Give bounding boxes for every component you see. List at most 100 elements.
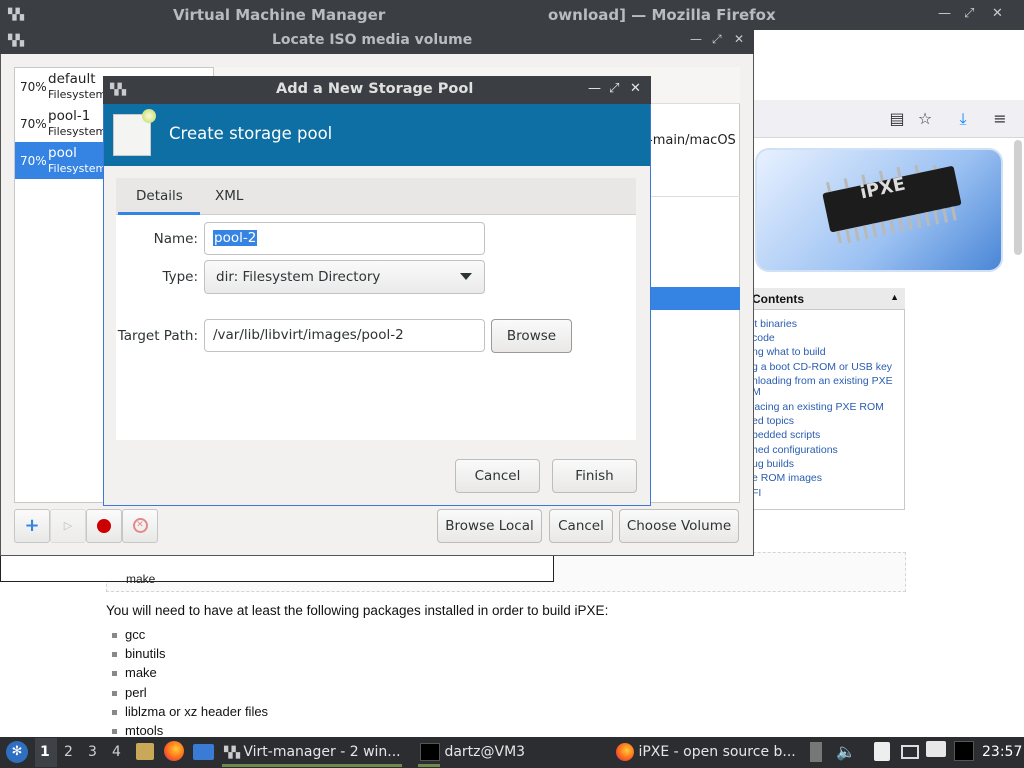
delete-icon: ✕ [132,518,148,533]
firefox-titlebar: ▚▚ ownload] — Mozilla Firefox — ⤢ ✕ [0,0,1024,30]
package-item: liblzma or xz header files [112,704,268,719]
toc-link[interactable]: ed topics [752,415,794,427]
file-manager-icon[interactable] [136,743,154,760]
add-pool-button[interactable]: + [14,509,50,543]
workspace-1[interactable]: 1 [40,744,50,760]
toc-link[interactable]: lt binaries [752,318,797,330]
type-dropdown[interactable]: dir: Filesystem Directory [204,260,485,294]
toc-link[interactable]: lacing an existing PXE ROM [752,401,884,413]
task-virt-manager[interactable]: ▚▚ Virt-manager - 2 win... [224,738,401,767]
locate-iso-titlebar: ▚▚ Locate ISO media volume — ⤢ ✕ [0,28,754,54]
name-field[interactable]: pool-2 [204,222,485,255]
minimize-icon[interactable]: — [938,6,951,21]
toc-title: Contents [752,292,804,306]
workspace-2[interactable]: 2 [64,744,73,760]
reader-view-icon[interactable]: ▤ [887,109,907,129]
workspace-3[interactable]: 3 [88,744,97,760]
locate-iso-title: Locate ISO media volume [272,32,473,48]
task-indicator [418,764,440,767]
window-menu-icon[interactable]: ▚▚ [8,34,24,47]
firefox-window-title: ownload] — Mozilla Firefox [548,6,776,24]
notification-icon[interactable] [926,741,946,757]
pool-header-title: Create storage pool [169,124,333,143]
toc-link[interactable]: ng what to build [752,346,826,358]
target-path-field[interactable]: /var/lib/libvirt/images/pool-2 [204,319,485,352]
virt-manager-icon: ▚▚ [224,746,240,759]
package-item: mtools [112,723,163,738]
display-icon[interactable] [901,745,919,759]
close-icon[interactable]: ✕ [630,81,641,96]
maximize-icon[interactable]: ⤢ [712,32,722,47]
package-item: gcc [112,627,145,642]
notes-icon[interactable] [874,742,890,761]
workspace-4[interactable]: 4 [112,744,121,760]
record-icon [97,518,111,533]
name-label: Name: [153,231,198,247]
iso-cancel-button[interactable]: Cancel [549,509,613,543]
pool-cancel-button[interactable]: Cancel [455,459,540,493]
target-path-label: Target Path: [117,328,198,344]
type-value: dir: Filesystem Directory [216,269,381,285]
plus-icon: + [24,515,40,536]
volume-path-text: -main/macOS [648,133,736,148]
package-item: make [112,665,157,680]
vmm-window-title: Virtual Machine Manager [173,6,386,24]
toc-header: Contents ▲ [752,288,905,310]
firefox-icon [616,743,634,761]
stop-pool-button[interactable] [86,509,122,543]
delete-pool-button[interactable]: ✕ [122,509,158,543]
toc-link[interactable]: hed configurations [752,444,838,456]
add-pool-title: Add a New Storage Pool [276,81,474,97]
downloads-icon[interactable]: ⤓ [953,109,973,129]
browse-local-button[interactable]: Browse Local [437,509,542,543]
package-item: binutils [112,646,165,661]
window-menu-icon[interactable]: ▚▚ [8,8,24,21]
terminal-icon [420,743,440,761]
volume-icon[interactable]: 🔈 [836,742,856,761]
collapse-caret-icon[interactable]: ▲ [890,292,899,302]
start-pool-button[interactable]: ▷ [50,509,86,543]
tab-details[interactable]: Details [136,188,183,204]
tab-bar [116,178,636,215]
target-path-value: /var/lib/libvirt/images/pool-2 [213,327,404,343]
intro-paragraph: You will need to have at least the follo… [106,603,609,618]
hamburger-menu-icon[interactable]: ≡ [990,109,1010,129]
finish-button[interactable]: Finish [552,459,637,493]
package-item: perl [112,685,147,700]
choose-volume-button[interactable]: Choose Volume [619,509,739,543]
maximize-icon[interactable]: ⤢ [964,6,974,21]
toc-link[interactable]: code [752,332,775,344]
terminal-tray-icon[interactable] [954,741,974,761]
toc-link[interactable]: e ROM images [752,472,822,484]
toc-link[interactable]: bedded scripts [752,429,820,441]
task-firefox[interactable]: iPXE - open source b... [616,738,796,767]
desktop-icon[interactable] [193,744,214,760]
toc-link[interactable]: g a boot CD-ROM or USB key [752,361,892,373]
minimize-icon[interactable]: — [588,81,601,96]
bookmark-star-icon[interactable]: ☆ [915,109,935,129]
volume-row-selected[interactable] [650,287,740,310]
start-menu-icon[interactable]: ✻ [6,741,28,763]
close-icon[interactable]: ✕ [992,6,1003,21]
dropdown-arrow-icon[interactable] [460,273,472,280]
toc-link[interactable]: ug builds [752,458,794,470]
clipboard-icon[interactable] [810,742,822,762]
task-indicator [222,764,402,767]
firefox-toolbar: ▤ ☆ ⤓ ≡ [752,100,1024,138]
toc-link[interactable]: nloading from an existing PXE [752,375,893,387]
browse-button[interactable]: Browse [491,319,572,353]
window-menu-icon[interactable]: ▚▚ [110,83,126,96]
task-terminal[interactable]: dartz@VM3 [420,738,525,767]
play-icon: ▷ [63,519,73,532]
maximize-icon[interactable]: ⤢ [609,81,619,96]
new-storage-icon [113,109,156,156]
minimize-icon[interactable]: — [690,32,702,46]
firefox-icon[interactable] [164,741,184,761]
add-pool-titlebar: ▚▚ Add a New Storage Pool — ⤢ ✕ [103,76,651,104]
firefox-scrollbar[interactable] [1014,140,1022,255]
name-value: pool-2 [213,230,258,246]
clock[interactable]: 23:57 [982,744,1022,760]
tab-xml[interactable]: XML [215,188,243,204]
close-icon[interactable]: ✕ [734,32,744,46]
type-label: Type: [162,269,198,285]
